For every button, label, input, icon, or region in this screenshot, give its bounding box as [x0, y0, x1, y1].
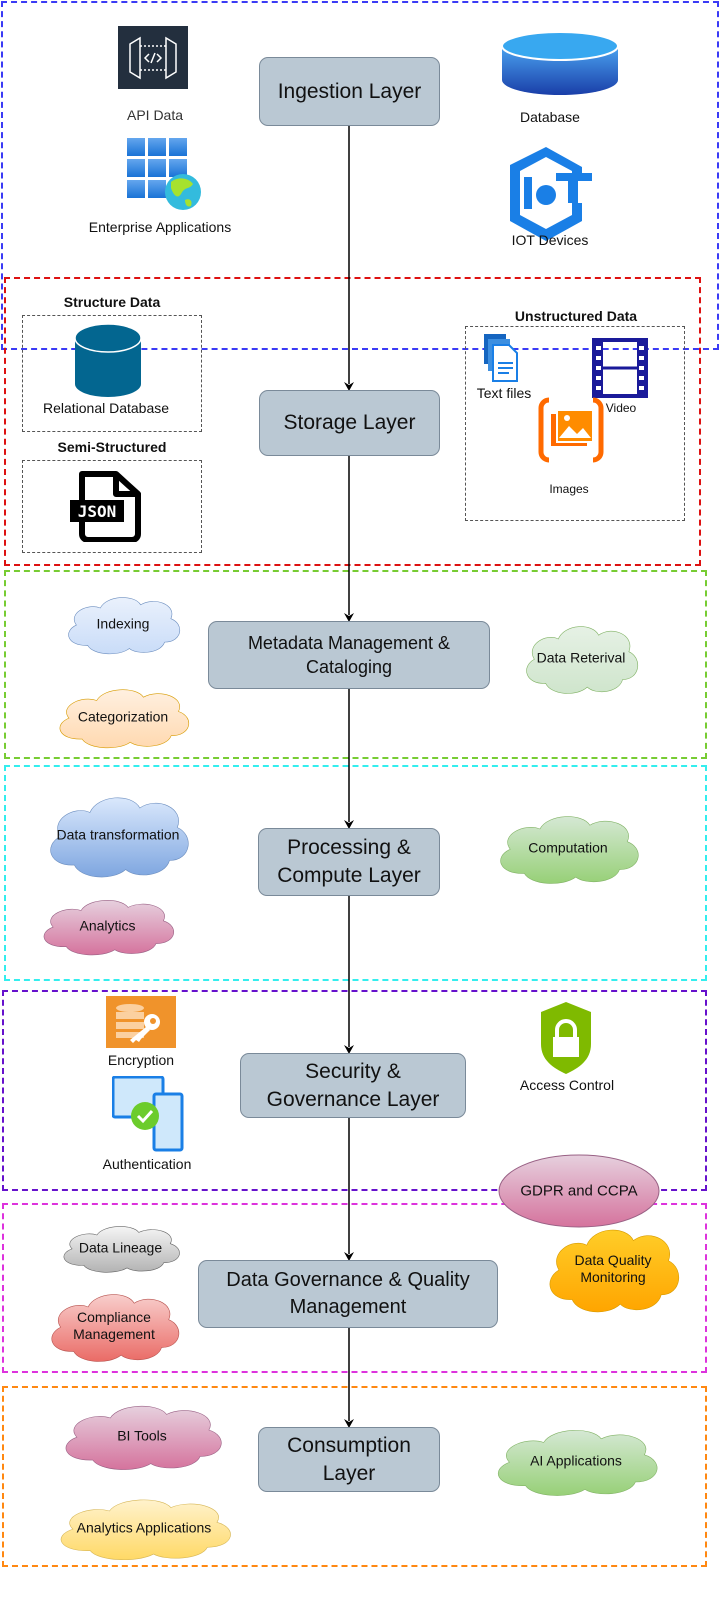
cloud-label: Data Reterival	[536, 649, 626, 666]
video-label: Video	[605, 401, 637, 415]
cloud-label: Categorization	[77, 708, 169, 725]
authentication-label: Authentication	[102, 1156, 192, 1172]
processing-layer-title: Processing & Compute Layer	[277, 836, 421, 887]
consumption-layer-box[interactable]: Consumption Layer	[258, 1427, 440, 1492]
cloud-label: Data Quality Monitoring	[574, 1251, 652, 1285]
cloud-data-transformation: Data transformation	[40, 790, 196, 880]
gdpr-ccpa-label: GDPR and CCPA	[520, 1182, 638, 1200]
api-gateway-icon	[118, 26, 188, 89]
security-layer-box[interactable]: Security & Governance Layer	[240, 1053, 466, 1118]
database-label: Database	[520, 109, 580, 125]
processing-layer-box[interactable]: Processing & Compute Layer	[258, 828, 440, 896]
video-icon	[592, 338, 648, 398]
encryption-icon	[106, 996, 176, 1048]
storage-layer-title: Storage Layer	[283, 411, 416, 434]
cloud-compliance-management: Compliance Management	[42, 1288, 186, 1364]
cloud-indexing: Indexing	[60, 592, 186, 656]
cloud-label: Data Lineage	[78, 1239, 163, 1256]
access-control-label: Access Control	[519, 1077, 615, 1093]
cloud-computation: Computation	[490, 810, 646, 886]
cloud-data-retrieval: Data Reterival	[518, 620, 644, 696]
metadata-layer-box[interactable]: Metadata Management & Cataloging	[208, 621, 490, 689]
cloud-data-lineage: Data Lineage	[55, 1222, 186, 1274]
cloud-data-quality-monitoring: Data Quality Monitoring	[540, 1222, 686, 1315]
iot-devices-icon	[510, 147, 592, 241]
json-file-icon: JSON	[70, 471, 141, 542]
cloud-bi-tools: BI Tools	[54, 1400, 230, 1472]
images-icon	[538, 397, 604, 463]
text-files-icon	[484, 334, 518, 382]
cloud-label: Computation	[528, 839, 608, 856]
governance-layer-box[interactable]: Data Governance & Quality Management	[198, 1260, 498, 1328]
iot-devices-label: IOT Devices	[511, 232, 589, 248]
storage-layer-box[interactable]: Storage Layer	[259, 390, 440, 456]
text-files-label: Text files	[476, 385, 532, 401]
cloud-label: Indexing	[96, 615, 150, 632]
metadata-layer-title: Metadata Management & Cataloging	[247, 633, 451, 677]
encryption-label: Encryption	[107, 1052, 175, 1068]
governance-layer-title: Data Governance & Quality Management	[226, 1269, 470, 1318]
cloud-ai-applications: AI Applications	[486, 1424, 666, 1498]
semi-structured-heading: Semi-Structured	[57, 439, 167, 455]
unstructured-data-heading: Unstructured Data	[514, 308, 638, 324]
ingestion-layer-box[interactable]: Ingestion Layer	[259, 57, 440, 126]
structured-data-heading: Structure Data	[63, 294, 161, 310]
cloud-label: Analytics	[79, 917, 136, 934]
cloud-label: Compliance Management	[73, 1309, 155, 1342]
security-layer-title: Security & Governance Layer	[266, 1059, 440, 1111]
api-data-label: API Data	[126, 107, 184, 123]
relational-database-label: Relational Database	[42, 400, 170, 416]
cloud-label: Analytics Applications	[76, 1519, 212, 1536]
ingestion-layer-title: Ingestion Layer	[277, 79, 422, 103]
cloud-label: BI Tools	[117, 1427, 167, 1444]
images-label: Images	[549, 482, 589, 496]
cloud-label: Data transformation	[56, 826, 180, 843]
gdpr-ccpa-ellipse: GDPR and CCPA	[498, 1154, 660, 1228]
cloud-analytics: Analytics	[34, 895, 181, 957]
consumption-layer-title: Consumption Layer	[287, 1433, 411, 1485]
access-control-shield-icon	[541, 1002, 591, 1074]
database-icon	[501, 31, 619, 95]
json-icon-text: JSON	[78, 502, 117, 521]
authentication-icon	[112, 1076, 184, 1152]
cloud-analytics-applications: Analytics Applications	[48, 1494, 240, 1562]
enterprise-applications-icon	[127, 138, 201, 210]
relational-database-icon	[74, 323, 142, 397]
enterprise-applications-label: Enterprise Applications	[88, 219, 232, 235]
cloud-categorization: Categorization	[50, 684, 196, 750]
cloud-label: AI Applications	[530, 1452, 622, 1469]
